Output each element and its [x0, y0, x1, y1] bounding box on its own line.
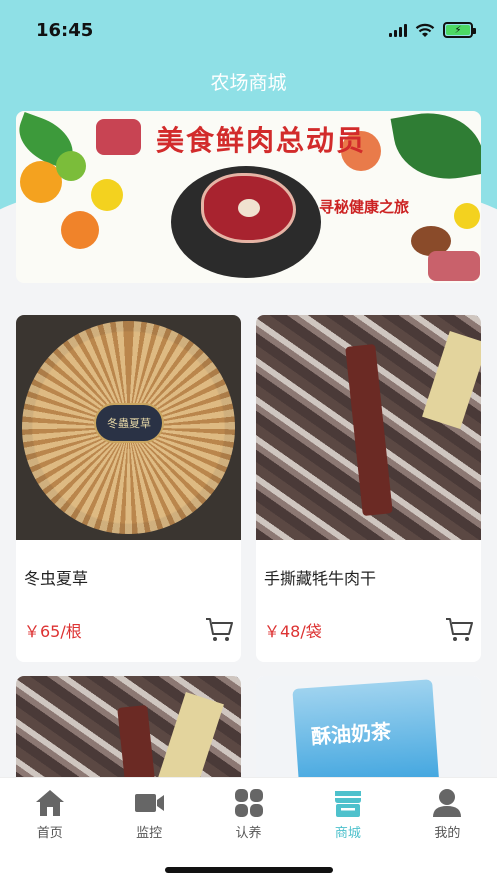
kiwi-decoration — [56, 151, 86, 181]
tab-label: 商城 — [334, 826, 361, 841]
product-card[interactable]: 手撕藏牦牛肉干 ￥48/袋 — [256, 315, 481, 662]
signal-icon — [389, 23, 407, 37]
home-indicator — [165, 867, 333, 873]
product-image: 酥油奶茶 — [256, 676, 481, 786]
product-name: 冬虫夏草 — [24, 569, 89, 588]
home-icon — [35, 790, 64, 816]
battery-icon: ⚡ — [443, 22, 476, 38]
product-price: ￥48/袋 — [264, 622, 322, 641]
camera-icon — [135, 794, 165, 812]
package-label: 酥油奶茶 — [310, 719, 392, 749]
product-image — [256, 315, 481, 540]
bone-image — [238, 199, 260, 217]
tab-profile[interactable]: 我的 — [398, 778, 497, 883]
monstera-leaf-decoration — [390, 111, 481, 188]
cart-icon[interactable] — [445, 617, 473, 643]
status-time: 16:45 — [36, 19, 94, 41]
cart-icon[interactable] — [205, 617, 233, 643]
lemon-decoration — [91, 179, 123, 211]
product-image: 冬蟲夏草 — [16, 315, 241, 540]
tab-label: 我的 — [434, 826, 461, 841]
product-image — [16, 676, 241, 786]
banner-subline: 寻秘健康之旅 — [319, 198, 410, 216]
wifi-icon — [415, 23, 435, 37]
product-card[interactable]: 酥油奶茶 — [256, 676, 481, 786]
package-label: 冬蟲夏草 — [94, 403, 164, 443]
product-name: 手撕藏牦牛肉干 — [264, 569, 377, 588]
lemon-right-decoration — [454, 203, 480, 229]
product-card[interactable]: 冬蟲夏草 冬虫夏草 ￥65/根 — [16, 315, 241, 662]
banner-headline: 美食鲜肉总动员 — [156, 124, 367, 157]
tab-label: 首页 — [36, 826, 63, 841]
grid-icon — [234, 789, 263, 817]
promo-banner[interactable]: 美食鲜肉总动员 寻秘健康之旅 — [16, 111, 481, 283]
tab-home[interactable]: 首页 — [0, 778, 99, 883]
product-grid: 冬蟲夏草 冬虫夏草 ￥65/根 手撕藏牦牛肉干 ￥48/袋 酥油奶茶 — [16, 315, 481, 786]
orange-slice-decoration — [61, 211, 99, 249]
tab-label: 认养 — [235, 826, 262, 841]
product-price: ￥65/根 — [24, 622, 82, 641]
user-icon — [433, 789, 462, 817]
lamb-chop-decoration — [428, 251, 480, 281]
tab-label: 监控 — [136, 826, 163, 841]
page-title: 农场商城 — [210, 72, 287, 94]
product-card[interactable] — [16, 676, 241, 786]
meat-cubes-decoration — [96, 119, 141, 155]
shop-icon — [334, 791, 361, 817]
status-icons: ⚡ — [389, 22, 476, 38]
status-bar: 16:45 ⚡ — [0, 0, 497, 60]
